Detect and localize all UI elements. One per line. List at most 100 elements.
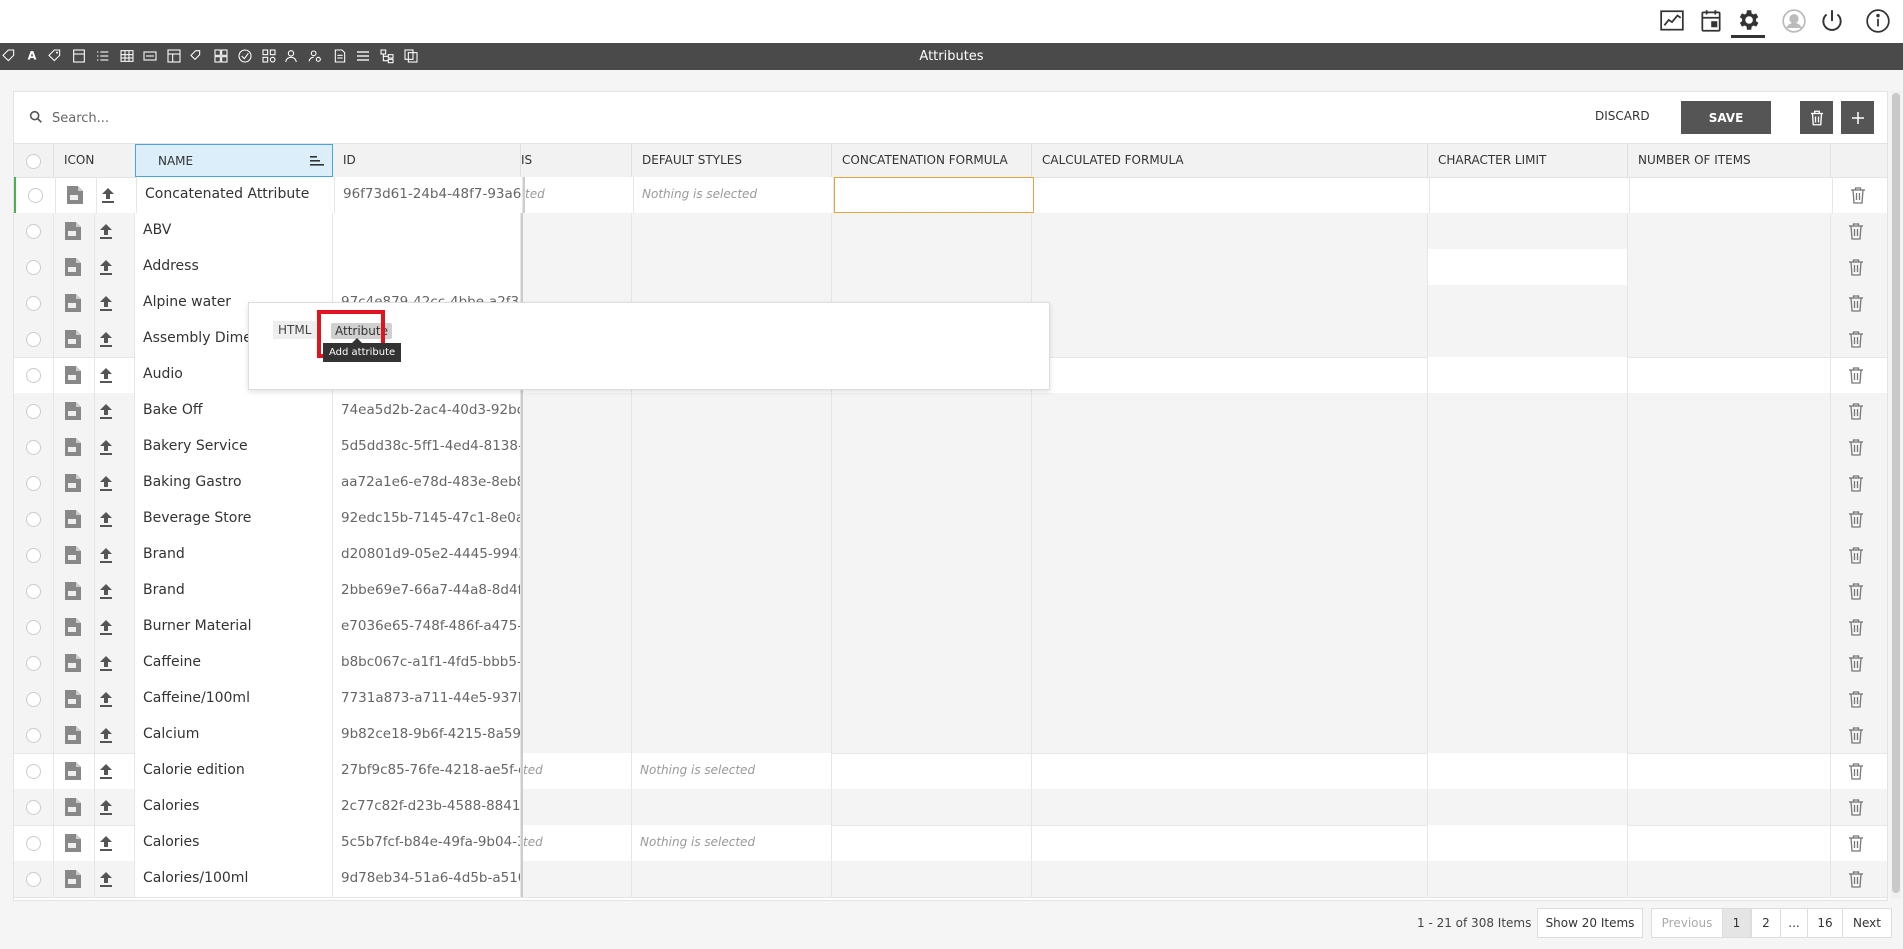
character-limit-cell[interactable] — [1428, 429, 1628, 465]
row-select-checkbox[interactable] — [26, 224, 41, 239]
row-select-checkbox[interactable] — [26, 260, 41, 275]
name-cell[interactable]: Brand — [135, 573, 333, 609]
number-of-items-cell[interactable] — [1628, 573, 1831, 609]
calculated-formula-cell[interactable] — [1032, 537, 1428, 573]
name-cell[interactable]: ABV — [135, 213, 333, 249]
concatenation-formula-cell[interactable] — [832, 609, 1032, 645]
calculated-formula-cell[interactable] — [1032, 501, 1428, 537]
name-cell[interactable]: Caffeine/100ml — [135, 681, 333, 717]
trash-icon[interactable] — [1848, 726, 1864, 744]
character-limit-cell[interactable] — [1428, 717, 1628, 753]
upload-icon[interactable] — [98, 834, 114, 852]
character-limit-cell[interactable] — [1428, 501, 1628, 537]
image-file-icon[interactable] — [64, 509, 82, 529]
is-cell[interactable]: ted — [523, 177, 634, 213]
upload-icon[interactable] — [98, 798, 114, 816]
row-select-checkbox[interactable] — [26, 800, 41, 815]
id-cell[interactable]: aa72a1e6-e78d-483e-8eb8-58 — [333, 465, 521, 501]
id-cell[interactable]: 9b82ce18-9b6f-4215-8a59-20 — [333, 717, 521, 753]
table-row[interactable]: Calcium 9b82ce18-9b6f-4215-8a59-20 — [14, 717, 1887, 754]
character-limit-cell[interactable] — [1428, 753, 1628, 789]
trash-icon[interactable] — [1850, 186, 1866, 204]
row-select-checkbox[interactable] — [26, 404, 41, 419]
trash-icon[interactable] — [1848, 222, 1864, 240]
page-button-1[interactable]: 1 — [1722, 908, 1751, 938]
row-select-cell[interactable] — [16, 177, 56, 213]
upload-icon[interactable] — [98, 690, 114, 708]
image-file-icon[interactable] — [64, 365, 82, 385]
upload-icon[interactable] — [98, 402, 114, 420]
concatenation-formula-cell[interactable] — [832, 573, 1032, 609]
number-of-items-cell[interactable] — [1628, 393, 1831, 429]
row-select-checkbox[interactable] — [28, 188, 43, 203]
table-row[interactable]: Address — [14, 249, 1887, 286]
id-cell[interactable]: 9d78eb34-51a6-4d5b-a510-22 — [333, 861, 521, 897]
is-cell[interactable] — [521, 537, 632, 573]
calculated-formula-cell[interactable] — [1032, 609, 1428, 645]
image-file-icon[interactable] — [64, 437, 82, 457]
column-header-character-limit[interactable]: CHARACTER LIMIT — [1428, 144, 1628, 177]
trash-icon[interactable] — [1848, 618, 1864, 636]
name-cell[interactable]: Calorie edition — [135, 753, 333, 789]
tag-outline-icon[interactable] — [46, 47, 64, 65]
id-cell[interactable]: 92edc15b-7145-47c1-8e0a-96 — [333, 501, 521, 537]
card-icon[interactable] — [141, 47, 159, 65]
is-cell[interactable] — [521, 429, 632, 465]
name-cell[interactable]: Address — [135, 249, 333, 285]
table-row[interactable]: Calories/100ml 9d78eb34-51a6-4d5b-a510-22 — [14, 861, 1887, 898]
upload-icon[interactable] — [98, 474, 114, 492]
name-cell[interactable]: Caffeine — [135, 645, 333, 681]
default-styles-cell[interactable] — [632, 393, 832, 429]
calculated-formula-cell[interactable] — [1032, 789, 1428, 825]
upload-icon[interactable] — [98, 222, 114, 240]
trash-icon[interactable] — [1848, 834, 1864, 852]
widgets-icon[interactable] — [260, 47, 278, 65]
concatenation-formula-cell[interactable] — [832, 861, 1032, 897]
row-select-checkbox[interactable] — [26, 584, 41, 599]
id-cell[interactable]: e7036e65-748f-486f-a475-36 — [333, 609, 521, 645]
calculated-formula-cell[interactable] — [1032, 825, 1428, 861]
character-limit-cell[interactable] — [1428, 573, 1628, 609]
upload-icon[interactable] — [98, 438, 114, 456]
id-cell[interactable]: 74ea5d2b-2ac4-40d3-92bc-91 — [333, 393, 521, 429]
is-cell[interactable]: ted — [521, 753, 632, 789]
trash-icon[interactable] — [1848, 258, 1864, 276]
number-of-items-cell[interactable] — [1628, 609, 1831, 645]
name-cell[interactable]: Bake Off — [135, 393, 333, 429]
image-file-icon[interactable] — [64, 545, 82, 565]
character-limit-cell[interactable] — [1428, 861, 1628, 897]
is-cell[interactable] — [521, 681, 632, 717]
concatenation-formula-cell[interactable] — [832, 429, 1032, 465]
character-limit-cell[interactable] — [1428, 681, 1628, 717]
html-chip[interactable]: HTML — [273, 321, 317, 339]
concatenation-formula-cell[interactable] — [832, 717, 1032, 753]
document-icon[interactable] — [331, 47, 349, 65]
is-cell[interactable] — [521, 861, 632, 897]
name-cell[interactable]: Burner Material — [135, 609, 333, 645]
is-cell[interactable] — [521, 789, 632, 825]
concatenation-formula-cell[interactable] — [832, 753, 1032, 789]
row-select-cell[interactable] — [14, 573, 54, 609]
trash-icon[interactable] — [1848, 582, 1864, 600]
calculated-formula-cell[interactable] — [1032, 681, 1428, 717]
row-select-checkbox[interactable] — [26, 368, 41, 383]
is-cell[interactable] — [521, 609, 632, 645]
delete-selected-button[interactable] — [1800, 101, 1833, 134]
concatenation-formula-cell[interactable] — [832, 537, 1032, 573]
image-file-icon[interactable] — [64, 473, 82, 493]
calculated-formula-cell[interactable] — [1032, 249, 1428, 285]
number-of-items-cell[interactable] — [1628, 645, 1831, 681]
id-cell[interactable]: 5d5dd38c-5ff1-4ed4-8138-afb — [333, 429, 521, 465]
row-select-cell[interactable] — [14, 285, 54, 321]
is-cell[interactable] — [521, 717, 632, 753]
number-of-items-cell[interactable] — [1628, 789, 1831, 825]
upload-icon[interactable] — [98, 510, 114, 528]
select-all-cell[interactable] — [14, 144, 54, 177]
concatenation-formula-cell[interactable] — [832, 825, 1032, 861]
calculated-formula-cell[interactable] — [1032, 285, 1428, 321]
number-of-items-cell[interactable] — [1628, 429, 1831, 465]
default-styles-cell[interactable] — [632, 609, 832, 645]
trash-icon[interactable] — [1848, 510, 1864, 528]
calculated-formula-cell[interactable] — [1032, 573, 1428, 609]
image-file-icon[interactable] — [66, 185, 84, 205]
